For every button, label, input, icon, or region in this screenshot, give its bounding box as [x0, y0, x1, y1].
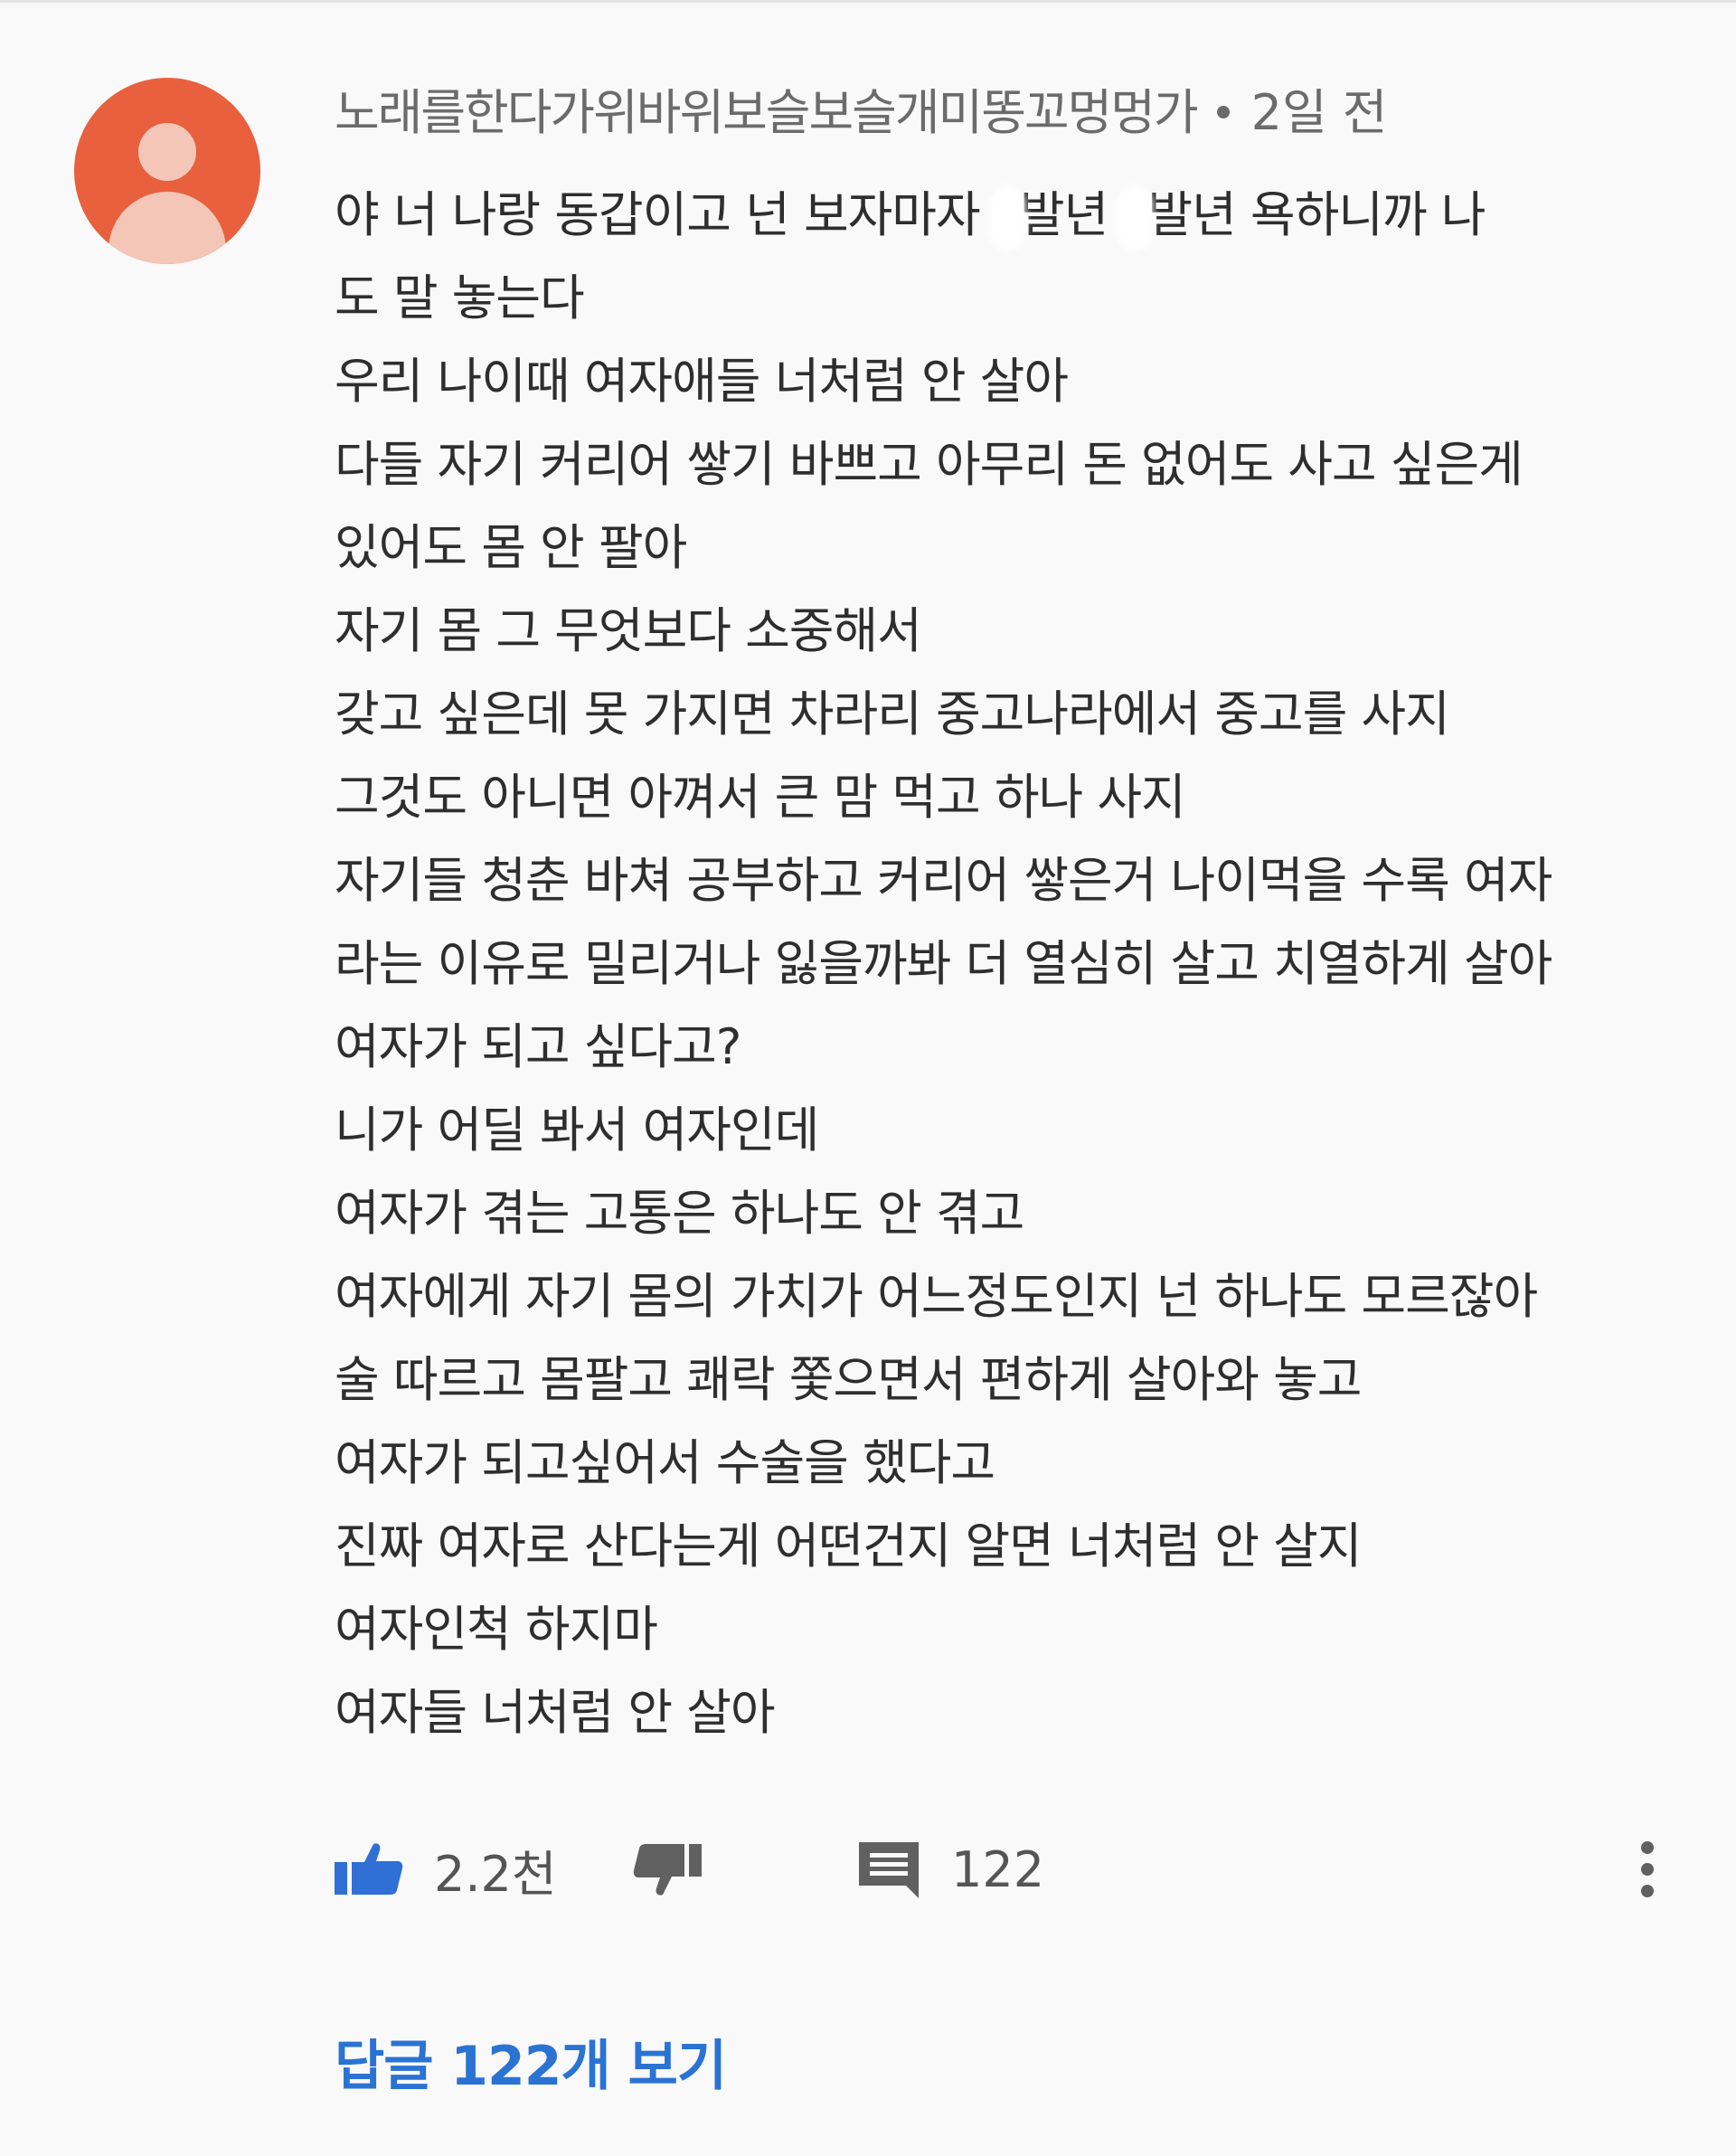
- comment-line: 자기 몸 그 무엇보다 소중해서: [335, 602, 922, 659]
- comment-thread: 노래를한다가위바위보슬보슬개미똥꼬멍멍가 2일 전 야 너 나랑 동갑이고 넌 …: [0, 0, 1736, 2156]
- separator-dot: [1216, 106, 1230, 118]
- comment-line: 여자가 겪는 고통은 하나도 안 겪고: [335, 1185, 1024, 1242]
- comment-time[interactable]: 2일 전: [1251, 72, 1388, 144]
- comment-line: 다들 자기 커리어 쌓기 바쁘고 아무리 돈 없어도 사고 싶은게: [335, 436, 1524, 493]
- comment-line: 니가 어딜 봐서 여자인데: [335, 1102, 819, 1158]
- comment-line: 여자인척 하지마: [335, 1601, 658, 1658]
- comment-line: 자기들 청춘 바쳐 공부하고 커리어 쌓은거 나이먹을 수록 여자: [335, 852, 1552, 909]
- like-count: 2.2천: [434, 1845, 557, 1903]
- comment-line: 있어도 몸 안 팔아: [335, 519, 687, 576]
- comment-line: 여자가 되고 싶다고?: [335, 1018, 741, 1075]
- like-button[interactable]: 2.2천: [335, 1829, 557, 1910]
- comment-body: 야 너 나랑 동갑이고 넌 보자마자 발년 발년 욕하니까 나도 말 놓는다우리…: [335, 174, 1673, 1754]
- thumbs-up-icon: [335, 1843, 403, 1895]
- reply-count: 122: [951, 1840, 1045, 1898]
- dislike-button[interactable]: [633, 1829, 702, 1910]
- avatar[interactable]: [74, 78, 260, 264]
- comment-line: 여자에게 자기 몸의 가치가 어느정도인지 넌 하나도 모르잖아: [335, 1268, 1538, 1325]
- comment-text-segment: 발년 욕하니까 나: [1147, 186, 1486, 243]
- comment-line: 술 따르고 몸팔고 쾌락 쫓으면서 편하게 살아와 놓고: [335, 1351, 1362, 1408]
- avatar-body-shape: [108, 192, 226, 264]
- censored-text: [988, 185, 1025, 251]
- censored-text: [1117, 185, 1154, 251]
- comment-line: 여자들 너처럼 안 살아: [335, 1684, 776, 1741]
- comment-actions: 2.2천 122: [335, 1829, 1673, 1910]
- author-name[interactable]: 노래를한다가위바위보슬보슬개미똥꼬멍멍가: [335, 72, 1199, 144]
- comment-line: 그것도 아니면 아껴서 큰 맘 먹고 하나 사지: [335, 769, 1186, 826]
- avatar-head-shape: [138, 123, 196, 181]
- comment-line: 라는 이유로 밀리거나 잃을까봐 더 열심히 살고 치열하게 살아: [335, 935, 1552, 992]
- comment-line: 야 너 나랑 동갑이고 넌 보자마자 발년 발년 욕하니까 나: [335, 174, 1673, 257]
- comment-text-segment: 발년: [1019, 186, 1123, 243]
- view-replies-link[interactable]: 답글 122개 보기: [335, 2022, 727, 2101]
- comment-line: 갖고 싶은데 못 가지면 차라리 중고나라에서 중고를 사지: [335, 686, 1450, 742]
- more-vertical-icon: [1641, 1841, 1654, 1897]
- thumbs-down-icon: [633, 1844, 702, 1896]
- comment-text-segment: 야 너 나랑 동갑이고 넌 보자마자: [335, 186, 995, 243]
- more-options-button[interactable]: [1637, 1829, 1658, 1910]
- comment-line: 도 말 놓는다: [335, 270, 585, 326]
- comment-header: 노래를한다가위바위보슬보슬개미똥꼬멍멍가 2일 전: [335, 76, 1388, 141]
- reply-button[interactable]: 122: [857, 1829, 1044, 1910]
- comment-line: 우리 나이때 여자애들 너처럼 안 살아: [335, 353, 1069, 410]
- comment-icon: [859, 1842, 919, 1898]
- comment-line: 진짜 여자로 산다는게 어떤건지 알면 너처럼 안 살지: [335, 1518, 1362, 1574]
- comment-line: 여자가 되고싶어서 수술을 했다고: [335, 1434, 995, 1491]
